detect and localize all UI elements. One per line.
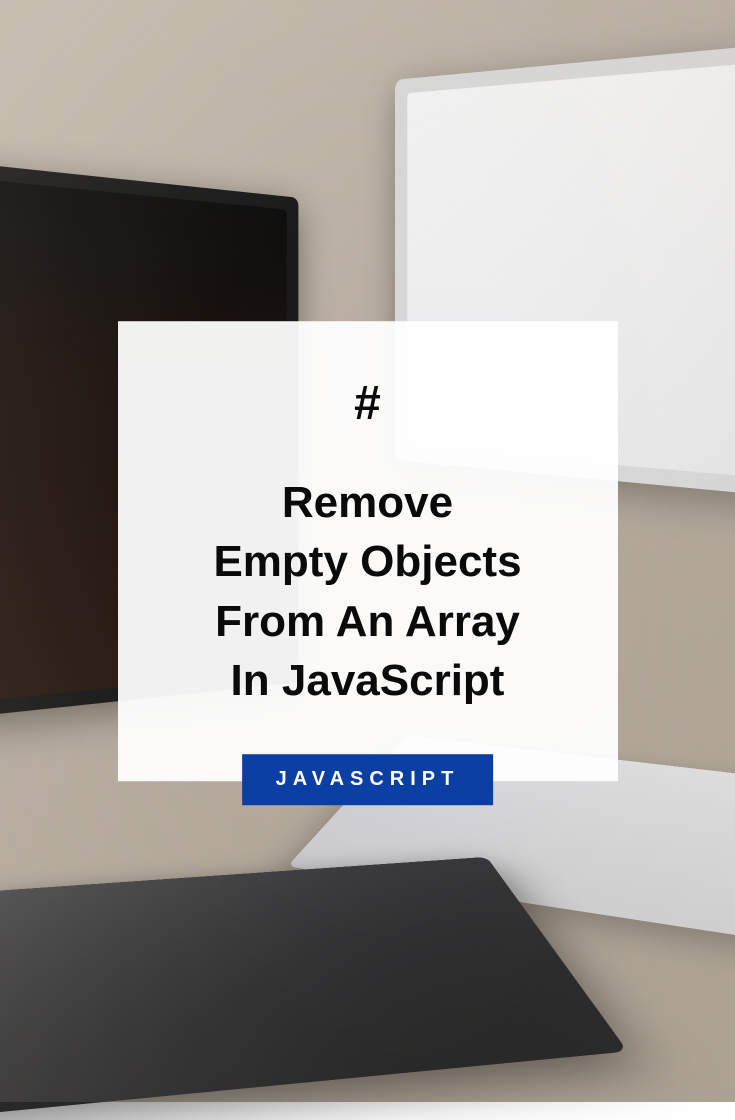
title-line: Remove xyxy=(153,473,583,532)
article-title: Remove Empty Objects From An Array In Ja… xyxy=(153,473,583,711)
title-line: Empty Objects xyxy=(153,533,583,592)
title-line: From An Array xyxy=(153,592,583,651)
hash-symbol: # xyxy=(153,376,583,431)
category-tag: JAVASCRIPT xyxy=(242,754,494,805)
title-line: In JavaScript xyxy=(153,651,583,710)
title-card: # Remove Empty Objects From An Array In … xyxy=(118,321,618,781)
